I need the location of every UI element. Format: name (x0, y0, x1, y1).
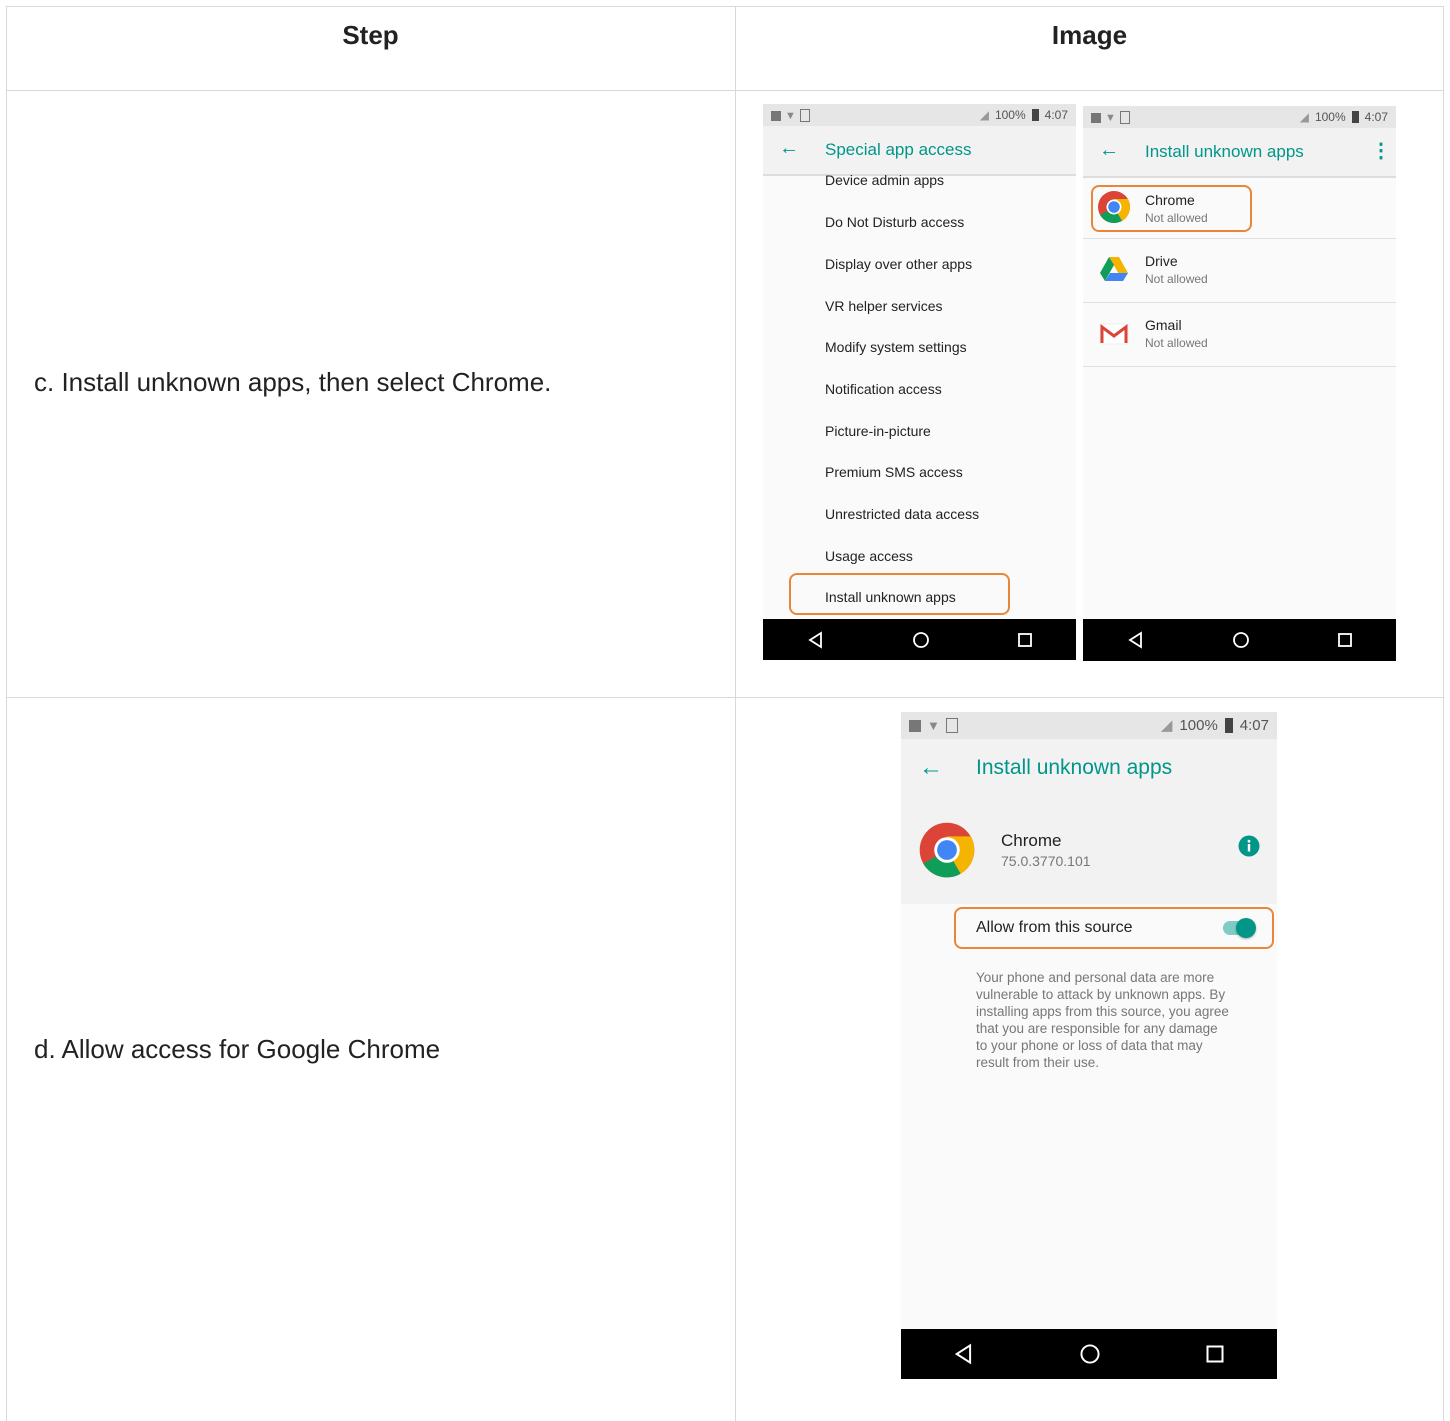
battery-percent: 100% (1179, 716, 1218, 734)
highlight-box (1091, 185, 1252, 232)
list-item[interactable]: Notification access (825, 381, 942, 397)
warning-text: Your phone and personal data are more vu… (976, 969, 1229, 1071)
table-column-divider (735, 6, 736, 1421)
list-item[interactable]: Do Not Disturb access (825, 214, 964, 230)
gmail-icon (1099, 323, 1129, 345)
screenshot-install-unknown-apps-list: ▼ ◢ 100% 4:07 ← Install unknown apps ⋮ C… (1083, 106, 1396, 661)
app-row-drive[interactable]: Drive Not allowed (1083, 239, 1396, 302)
more-options-icon[interactable]: ⋮ (1371, 138, 1391, 163)
app-bar: ← Special app access (763, 126, 1076, 176)
no-signal-icon: ◢ (1160, 717, 1173, 734)
highlight-box (954, 907, 1274, 949)
table-row-divider (6, 697, 1444, 698)
home-nav-icon[interactable] (912, 631, 930, 649)
app-name: Gmail (1145, 317, 1182, 333)
battery-icon (1031, 109, 1039, 121)
battery-icon (1351, 111, 1359, 123)
status-bar: ▼ ◢ 100% 4:07 (1083, 106, 1396, 128)
recents-nav-icon[interactable] (1017, 632, 1033, 648)
nav-bar (901, 1329, 1277, 1379)
warning-line: vulnerable to attack by unknown apps. By (976, 987, 1226, 1002)
info-icon[interactable] (1238, 835, 1260, 857)
app-row-gmail[interactable]: Gmail Not allowed (1083, 303, 1396, 366)
list-item[interactable]: Unrestricted data access (825, 506, 979, 522)
clock: 4:07 (1239, 716, 1269, 734)
page-title: Install unknown apps (1145, 142, 1304, 161)
step-c-text: c. Install unknown apps, then select Chr… (34, 367, 552, 397)
drive-icon (1100, 257, 1128, 281)
sim-icon (799, 109, 810, 122)
step-d-text: d. Allow access for Google Chrome (34, 1034, 441, 1064)
table-row-divider (6, 90, 1444, 91)
warning-line: result from their use. (976, 1055, 1100, 1070)
battery-icon (1224, 717, 1233, 733)
back-nav-icon[interactable] (807, 630, 825, 649)
app-status: Not allowed (1145, 336, 1208, 350)
warning-line: Your phone and personal data are more (976, 970, 1215, 985)
sim-icon (1119, 111, 1130, 124)
nav-bar (1083, 619, 1396, 661)
header-step: Step (342, 20, 399, 50)
warning-line: to your phone or loss of data that may (976, 1038, 1203, 1053)
warning-line: that you are responsible for any damage (976, 1021, 1218, 1036)
app-name: Chrome (1001, 831, 1062, 850)
sim-icon (945, 718, 958, 733)
image-icon (909, 719, 921, 732)
header-image: Image (1051, 20, 1128, 50)
app-header: ← Install unknown apps Chrome 75.0.3770.… (901, 739, 1277, 904)
recents-nav-icon[interactable] (1337, 632, 1353, 648)
wifi-icon: ▼ (927, 718, 940, 733)
table-border-top (6, 6, 1444, 7)
battery-percent: 100% (994, 108, 1026, 122)
recents-nav-icon[interactable] (1205, 1344, 1225, 1364)
chrome-icon (919, 822, 975, 878)
table-border-right (1443, 6, 1444, 1421)
clock: 4:07 (1044, 108, 1068, 122)
wifi-icon: ▼ (1105, 111, 1116, 124)
page-title: Install unknown apps (976, 756, 1173, 779)
screenshot-special-app-access: ▼ ◢ 100% 4:07 ← Special app access Devic… (763, 104, 1076, 660)
home-nav-icon[interactable] (1079, 1343, 1101, 1365)
highlight-box (789, 573, 1010, 615)
no-signal-icon: ◢ (979, 108, 989, 122)
back-nav-icon[interactable] (953, 1343, 975, 1365)
page-title: Special app access (825, 140, 972, 159)
app-version: 75.0.3770.101 (1001, 853, 1091, 869)
list-item[interactable]: Usage access (825, 548, 913, 564)
app-bar: ← Install unknown apps ⋮ (1083, 128, 1396, 178)
battery-percent: 100% (1314, 110, 1346, 124)
row-divider (1083, 366, 1396, 367)
back-arrow-icon[interactable]: ← (779, 137, 799, 160)
back-arrow-icon[interactable]: ← (1099, 139, 1119, 162)
back-nav-icon[interactable] (1127, 631, 1145, 649)
app-status: Not allowed (1145, 272, 1208, 286)
list-item[interactable]: VR helper services (825, 298, 943, 314)
home-nav-icon[interactable] (1232, 631, 1250, 649)
no-signal-icon: ◢ (1299, 110, 1309, 124)
list-item[interactable]: Premium SMS access (825, 464, 963, 480)
list-item[interactable]: Modify system settings (825, 339, 967, 355)
clock: 4:07 (1364, 110, 1388, 124)
warning-line: installing apps from this source, you ag… (976, 1004, 1229, 1019)
status-bar: ▼ ◢ 100% 4:07 (901, 712, 1277, 739)
list-item[interactable]: Display over other apps (825, 256, 972, 272)
table-border-left (6, 6, 7, 1421)
wifi-icon: ▼ (785, 109, 796, 122)
nav-bar (763, 619, 1076, 660)
list-item[interactable]: Device admin apps (825, 172, 944, 188)
status-bar: ▼ ◢ 100% 4:07 (763, 104, 1076, 126)
image-icon (1091, 112, 1101, 123)
app-name: Drive (1145, 253, 1178, 269)
list-item[interactable]: Picture-in-picture (825, 423, 931, 439)
back-arrow-icon[interactable]: ← (919, 754, 943, 782)
screenshot-allow-from-source: ▼ ◢ 100% 4:07 ← Install unknown apps Chr… (901, 712, 1277, 1379)
image-icon (771, 110, 781, 121)
